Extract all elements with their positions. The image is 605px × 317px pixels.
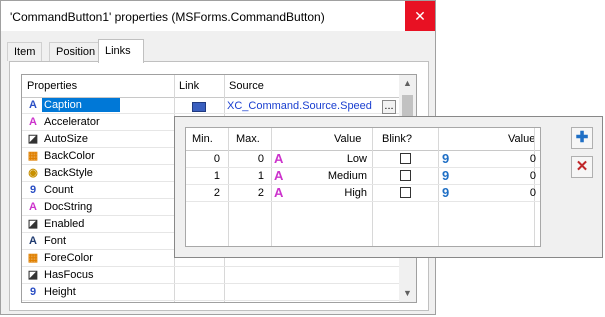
number-value[interactable]: 0 (530, 151, 536, 167)
property-name[interactable]: HasFocus (44, 268, 94, 282)
close-button[interactable]: ✕ (405, 1, 435, 31)
boolean-icon: ◪ (27, 218, 39, 230)
font-icon: A (29, 235, 37, 247)
value-table: Min. Max. Value Blink? Value 0 0 Low 0 A 9 1 1 M… (185, 127, 541, 247)
scroll-up-icon[interactable]: ▲ (399, 75, 416, 92)
value-row[interactable]: 1 1 Medium 0 A 9 (186, 168, 540, 185)
property-name[interactable]: BackStyle (44, 166, 93, 180)
text-value[interactable]: High (344, 185, 367, 201)
property-name[interactable]: Count (44, 183, 73, 197)
number-icon: 9 (442, 168, 450, 183)
tab-position[interactable]: Position (49, 42, 103, 61)
text-a-icon: A (29, 201, 37, 213)
property-name[interactable]: Height (44, 285, 76, 299)
tab-item[interactable]: Item (7, 42, 43, 61)
value-table-header: Min. Max. Value Blink? Value (186, 128, 540, 151)
property-name[interactable]: Accelerator (44, 115, 100, 129)
text-value[interactable]: Low (347, 151, 367, 167)
number-icon: 9 (29, 286, 37, 298)
number-icon: 9 (442, 151, 450, 166)
boolean-icon: ◪ (27, 269, 39, 281)
max-value[interactable]: 2 (258, 185, 264, 201)
property-name[interactable]: AutoSize (44, 132, 88, 146)
remove-icon: ✕ (575, 158, 589, 175)
blink-checkbox[interactable] (400, 153, 411, 164)
value-row[interactable]: 2 2 High 0 A 9 (186, 185, 540, 202)
browse-button[interactable]: ... (382, 100, 396, 114)
title-bar: 'CommandButton1' properties (MSForms.Com… (1, 1, 435, 31)
source-value[interactable]: XC_Command.Source.Speed (227, 100, 372, 112)
text-a-icon: A (274, 168, 284, 183)
header-blink[interactable]: Blink? (382, 128, 412, 150)
property-name[interactable]: Enabled (44, 217, 84, 231)
tab-links[interactable]: Links (98, 39, 144, 63)
close-icon: ✕ (414, 8, 426, 24)
window-title: 'CommandButton1' properties (MSForms.Com… (10, 10, 325, 24)
text-a-icon: A (29, 99, 37, 111)
color-palette-icon: ▦ (27, 150, 39, 162)
number-icon: 9 (442, 185, 450, 200)
header-max[interactable]: Max. (236, 128, 260, 150)
text-a-icon: A (274, 185, 284, 200)
boolean-icon: ◪ (27, 133, 39, 145)
property-row[interactable]: ◪ HasFocus (22, 267, 400, 284)
property-name[interactable]: Font (44, 234, 66, 248)
property-name[interactable]: DocString (44, 200, 92, 214)
header-value-number[interactable]: Value (508, 128, 535, 150)
header-value-text[interactable]: Value (334, 128, 361, 150)
min-value[interactable]: 1 (214, 168, 220, 184)
property-row[interactable]: 9 Height (22, 284, 400, 301)
scroll-down-icon[interactable]: ▼ (399, 285, 416, 302)
number-value[interactable]: 0 (530, 185, 536, 201)
text-a-icon: A (274, 151, 284, 166)
min-value[interactable]: 0 (214, 151, 220, 167)
min-value[interactable]: 2 (214, 185, 220, 201)
header-link[interactable]: Link (174, 75, 224, 97)
property-name[interactable]: ForeColor (44, 251, 93, 265)
link-editor-panel: Min. Max. Value Blink? Value 0 0 Low 0 A 9 1 1 M… (174, 116, 603, 258)
link-grid-icon[interactable] (192, 102, 206, 112)
property-name[interactable]: Caption (42, 98, 120, 112)
header-properties[interactable]: Properties (22, 75, 174, 97)
add-icon: ✚ (575, 129, 589, 146)
value-row[interactable]: 0 0 Low 0 A 9 (186, 151, 540, 168)
add-row-button[interactable]: ✚ (571, 127, 593, 149)
header-min[interactable]: Min. (192, 128, 213, 150)
max-value[interactable]: 0 (258, 151, 264, 167)
blink-checkbox[interactable] (400, 170, 411, 181)
color-palette-icon: ▦ (27, 252, 39, 264)
max-value[interactable]: 1 (258, 168, 264, 184)
header-source[interactable]: Source (224, 75, 400, 97)
remove-row-button[interactable]: ✕ (571, 156, 593, 178)
property-name[interactable]: BackColor (44, 149, 95, 163)
number-value[interactable]: 0 (530, 168, 536, 184)
text-a-icon: A (29, 116, 37, 128)
text-value[interactable]: Medium (328, 168, 367, 184)
style-icon: ◉ (28, 167, 38, 179)
grid-header: Properties Link Source (22, 75, 400, 98)
blink-checkbox[interactable] (400, 187, 411, 198)
number-icon: 9 (29, 184, 37, 196)
